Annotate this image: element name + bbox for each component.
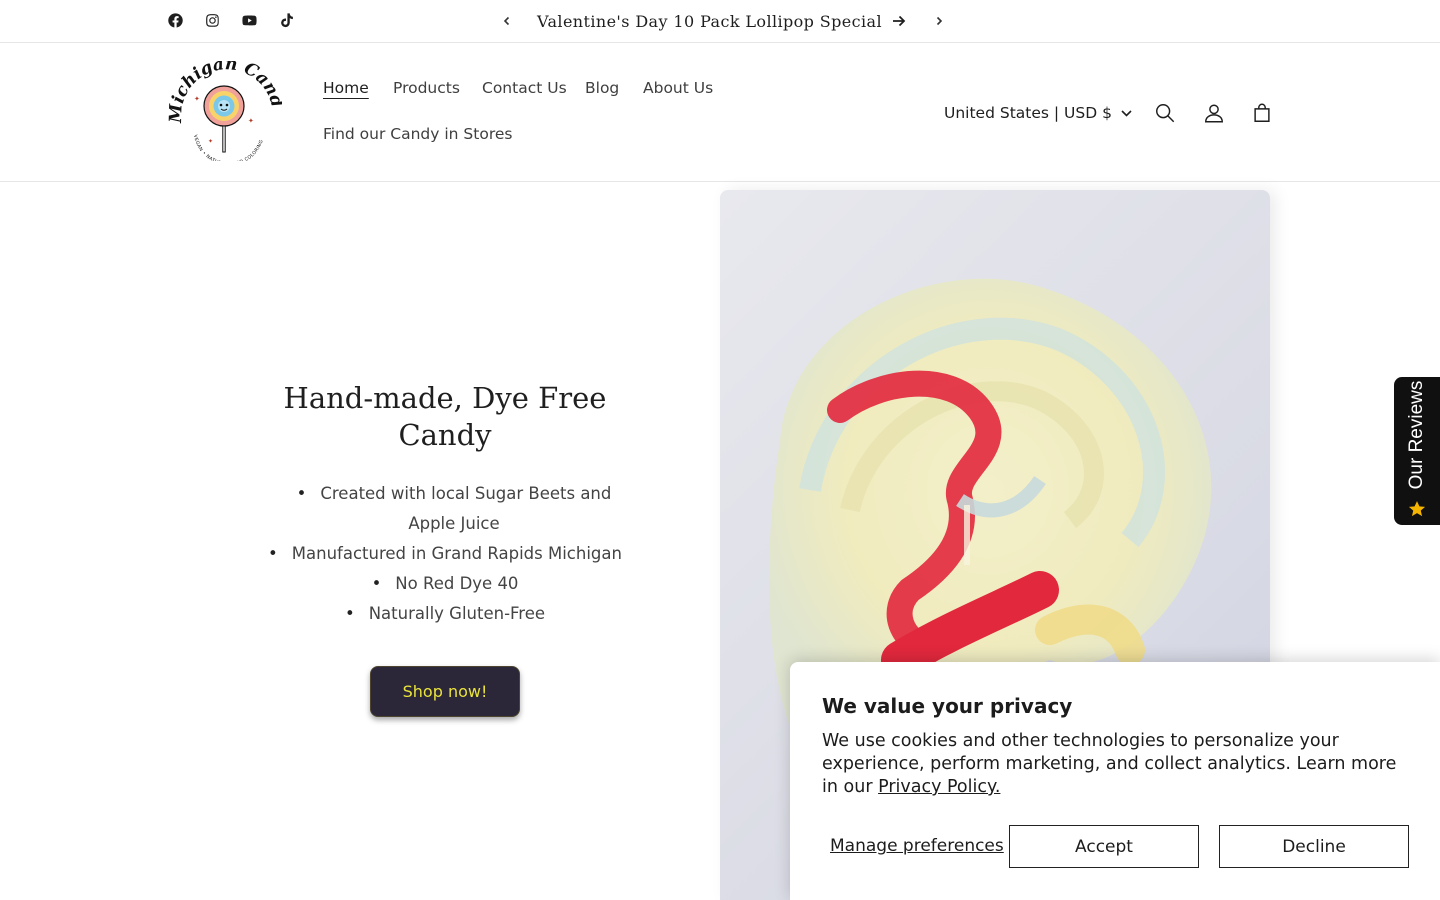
cookie-body: We use cookies and other technologies to… (822, 730, 1412, 799)
nav-blog[interactable]: Blog (585, 79, 619, 97)
reviews-tab-label: Our Reviews (1406, 380, 1427, 490)
hero-text-block: Hand-made, Dye Free Candy Created with l… (250, 380, 640, 629)
announcement-text: Valentine's Day 10 Pack Lollipop Special (537, 11, 883, 31)
header-actions: United States | USD $ (944, 101, 1274, 125)
search-icon[interactable] (1153, 101, 1177, 125)
chevron-left-icon (503, 16, 510, 26)
site-logo[interactable]: Michigan Candyland VEGAN • NATURAL FOOD … (162, 46, 287, 167)
tiktok-icon[interactable] (277, 11, 296, 30)
announcement-next-button[interactable] (928, 10, 950, 32)
cookie-consent-dialog: We value your privacy We use cookies and… (790, 662, 1440, 900)
announcement-bar: Valentine's Day 10 Pack Lollipop Special (0, 0, 1440, 43)
shop-now-button[interactable]: Shop now! (370, 666, 520, 717)
list-item: No Red Dye 40 (250, 569, 640, 599)
nav-contact-us[interactable]: Contact Us (482, 79, 567, 97)
country-label: United States | USD $ (944, 104, 1112, 122)
announcement-link[interactable]: Valentine's Day 10 Pack Lollipop Special (537, 12, 906, 31)
svg-text:✦: ✦ (194, 95, 200, 103)
accept-button[interactable]: Accept (1009, 825, 1199, 868)
announcement-slider: Valentine's Day 10 Pack Lollipop Special (496, 0, 950, 42)
logo-tagline: VEGAN • NATURAL FOOD COLORING (192, 134, 264, 167)
list-item: Manufactured in Grand Rapids Michigan (250, 539, 640, 569)
youtube-icon[interactable] (240, 11, 259, 30)
decline-button[interactable]: Decline (1219, 825, 1409, 868)
social-links (166, 11, 296, 30)
nav-find-in-stores[interactable]: Find our Candy in Stores (323, 125, 512, 143)
site-header: Michigan Candyland VEGAN • NATURAL FOOD … (0, 43, 1440, 182)
list-item: Created with local Sugar Beets and Apple… (250, 479, 640, 539)
announcement-prev-button[interactable] (496, 10, 518, 32)
nav-products[interactable]: Products (393, 79, 460, 97)
arrow-right-icon (893, 15, 906, 27)
list-item: Naturally Gluten-Free (250, 599, 640, 629)
privacy-policy-link[interactable]: Privacy Policy. (878, 777, 1000, 797)
reviews-tab[interactable]: Our Reviews (1394, 377, 1440, 525)
hero-feature-list: Created with local Sugar Beets and Apple… (250, 479, 640, 629)
svg-text:✦: ✦ (208, 138, 213, 145)
manage-preferences-link[interactable]: Manage preferences (830, 836, 1004, 856)
chevron-down-icon (1121, 109, 1132, 117)
svg-text:✦: ✦ (248, 117, 254, 125)
cart-icon[interactable] (1250, 101, 1274, 125)
facebook-icon[interactable] (166, 11, 185, 30)
nav-about-us[interactable]: About Us (643, 79, 713, 97)
hero-title: Hand-made, Dye Free Candy (283, 381, 607, 452)
instagram-icon[interactable] (203, 11, 222, 30)
country-selector[interactable]: United States | USD $ (944, 104, 1132, 122)
nav-home[interactable]: Home (323, 79, 369, 97)
account-icon[interactable] (1202, 101, 1226, 125)
chevron-right-icon (936, 16, 943, 26)
svg-text:VEGAN • NATURAL FOOD COLORING: VEGAN • NATURAL FOOD COLORING (192, 134, 265, 161)
cookie-title: We value your privacy (822, 694, 1073, 718)
star-icon (1408, 501, 1426, 517)
